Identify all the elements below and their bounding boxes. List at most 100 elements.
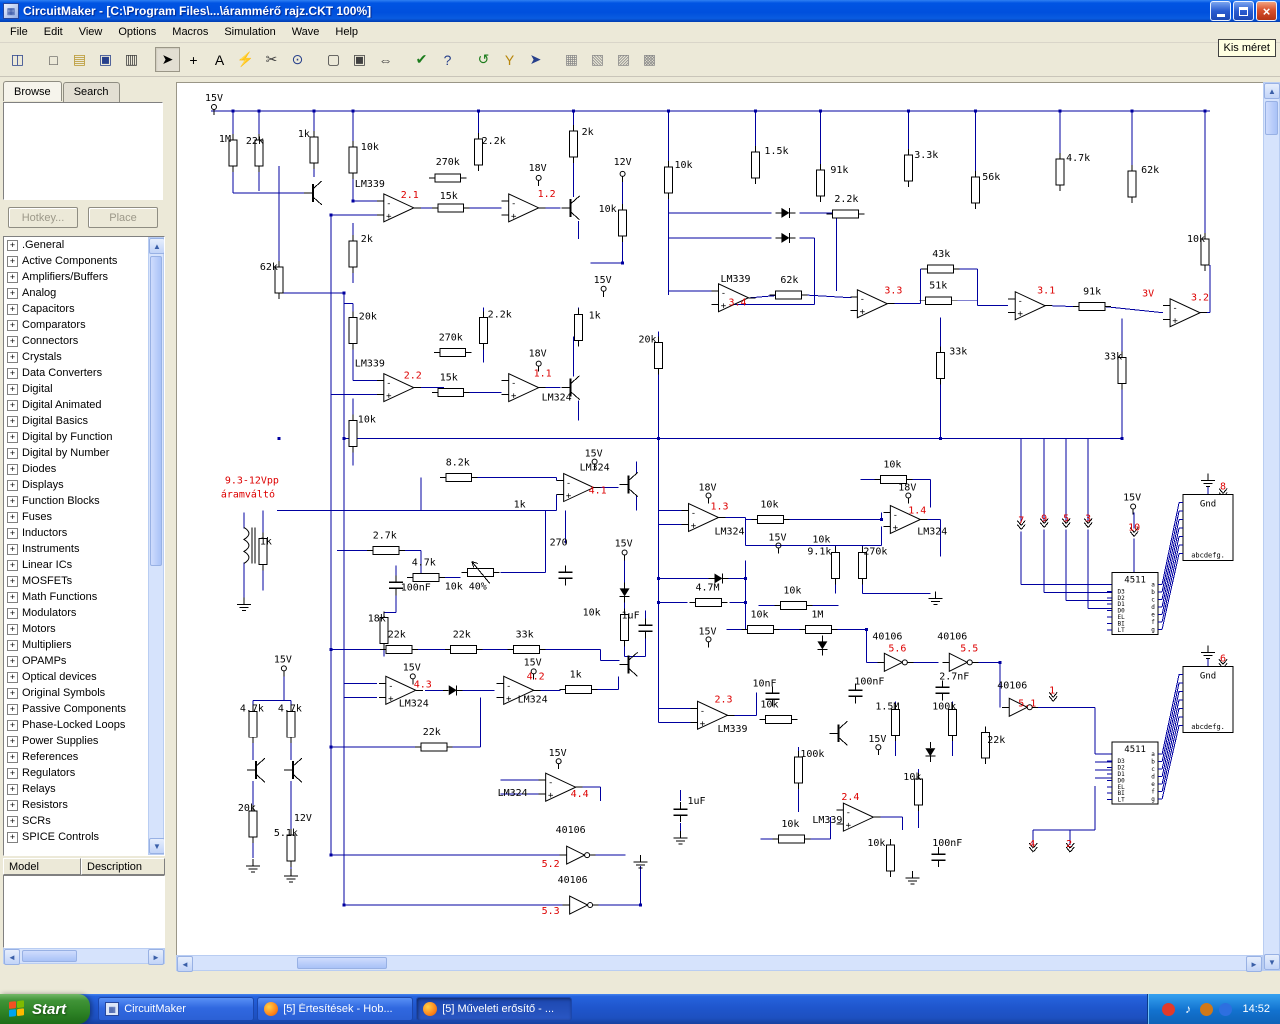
expand-icon[interactable]: + bbox=[7, 703, 18, 715]
expand-icon[interactable]: + bbox=[7, 415, 18, 427]
tree-item-displays[interactable]: + Displays bbox=[4, 477, 148, 493]
expand-icon[interactable]: + bbox=[7, 591, 18, 603]
tree-item-linear-ics[interactable]: + Linear ICs bbox=[4, 557, 148, 573]
tree-item-motors[interactable]: + Motors bbox=[4, 621, 148, 637]
expand-icon[interactable]: + bbox=[7, 639, 18, 651]
expand-icon[interactable]: + bbox=[7, 383, 18, 395]
tree-item-inductors[interactable]: + Inductors bbox=[4, 525, 148, 541]
run-icon[interactable]: ➤ bbox=[523, 47, 548, 72]
scroll-up-icon[interactable]: ▲ bbox=[149, 238, 164, 254]
scroll-track[interactable] bbox=[149, 254, 163, 838]
expand-icon[interactable]: + bbox=[7, 799, 18, 811]
taskbar-task-circuitmaker[interactable]: ▦ CircuitMaker bbox=[98, 997, 255, 1021]
expand-icon[interactable]: + bbox=[7, 335, 18, 347]
scroll-right-icon[interactable]: ► bbox=[1246, 956, 1262, 972]
tree-item-original-symbols[interactable]: + Original Symbols bbox=[4, 685, 148, 701]
close-button[interactable]: × bbox=[1256, 1, 1277, 21]
expand-icon[interactable]: + bbox=[7, 367, 18, 379]
add-part-icon[interactable]: + bbox=[181, 47, 206, 72]
tree-item-active-components[interactable]: + Active Components bbox=[4, 253, 148, 269]
scroll-down-icon[interactable]: ▼ bbox=[149, 838, 164, 854]
expand-icon[interactable]: + bbox=[7, 255, 18, 267]
menu-file[interactable]: File bbox=[2, 23, 36, 41]
expand-icon[interactable]: + bbox=[7, 463, 18, 475]
help-icon[interactable]: ? bbox=[435, 47, 460, 72]
place-button[interactable]: Place bbox=[88, 207, 158, 228]
expand-icon[interactable]: + bbox=[7, 303, 18, 315]
expand-icon[interactable]: + bbox=[7, 623, 18, 635]
scroll-up-icon[interactable]: ▲ bbox=[1264, 83, 1280, 99]
menu-macros[interactable]: Macros bbox=[164, 23, 216, 41]
expand-icon[interactable]: + bbox=[7, 767, 18, 779]
delete-tool-icon[interactable]: ✂ bbox=[259, 47, 284, 72]
expand-icon[interactable]: + bbox=[7, 399, 18, 411]
expand-icon[interactable]: + bbox=[7, 351, 18, 363]
tree-item-connectors[interactable]: + Connectors bbox=[4, 333, 148, 349]
expand-icon[interactable]: + bbox=[7, 735, 18, 747]
menu-view[interactable]: View bbox=[71, 23, 111, 41]
open-icon[interactable]: ▤ bbox=[67, 47, 92, 72]
canvas-vscrollbar[interactable]: ▲ ▼ bbox=[1263, 82, 1280, 971]
expand-icon[interactable]: + bbox=[7, 719, 18, 731]
canvas-hscrollbar[interactable]: ◄ ► bbox=[176, 955, 1263, 972]
tree-item-function-blocks[interactable]: + Function Blocks bbox=[4, 493, 148, 509]
undo-icon[interactable]: ↺ bbox=[471, 47, 496, 72]
expand-icon[interactable]: + bbox=[7, 239, 18, 251]
scroll-left-icon[interactable]: ◄ bbox=[4, 949, 20, 965]
tree-item-mosfets[interactable]: + MOSFETs bbox=[4, 573, 148, 589]
tree-item-scrs[interactable]: + SCRs bbox=[4, 813, 148, 829]
scroll-left-icon[interactable]: ◄ bbox=[177, 956, 193, 972]
circuitmaker-logo-icon[interactable]: ◫ bbox=[5, 47, 30, 72]
scroll-track[interactable] bbox=[20, 949, 148, 963]
tree-item-math-functions[interactable]: + Math Functions bbox=[4, 589, 148, 605]
hotkey-button[interactable]: Hotkey... bbox=[8, 207, 78, 228]
probe-icon[interactable]: Y bbox=[497, 47, 522, 72]
expand-icon[interactable]: + bbox=[7, 319, 18, 331]
tree-item-regulators[interactable]: + Regulators bbox=[4, 765, 148, 781]
new-icon[interactable]: □ bbox=[41, 47, 66, 72]
tree-item-digital-animated[interactable]: + Digital Animated bbox=[4, 397, 148, 413]
expand-icon[interactable]: + bbox=[7, 655, 18, 667]
taskbar-task--5-m-veleti-er-s-t-[interactable]: [5] Műveleti erősítő - ... bbox=[416, 997, 573, 1021]
digital-trace-icon[interactable]: ▩ bbox=[637, 47, 662, 72]
tree-item-modulators[interactable]: + Modulators bbox=[4, 605, 148, 621]
scroll-thumb[interactable] bbox=[22, 950, 77, 962]
tree-item-data-converters[interactable]: + Data Converters bbox=[4, 365, 148, 381]
tree-item-phase-locked-loops[interactable]: + Phase-Locked Loops bbox=[4, 717, 148, 733]
scroll-thumb[interactable] bbox=[1265, 101, 1278, 135]
alert-icon[interactable] bbox=[1200, 1002, 1214, 1016]
tab-search[interactable]: Search bbox=[62, 82, 120, 102]
tree-item-digital-basics[interactable]: + Digital Basics bbox=[4, 413, 148, 429]
expand-icon[interactable]: + bbox=[7, 607, 18, 619]
start-button[interactable]: Start bbox=[0, 994, 91, 1024]
expand-icon[interactable]: + bbox=[7, 687, 18, 699]
tree-item-crystals[interactable]: + Crystals bbox=[4, 349, 148, 365]
digital-step-icon[interactable]: ▦ bbox=[559, 47, 584, 72]
tree-item-analog[interactable]: + Analog bbox=[4, 285, 148, 301]
schematic-drawing[interactable]: -+-+-+-+-+-+-+-+-+-+-+-+-+-+-+-+4511D3D2… bbox=[177, 83, 1263, 955]
tree-item-fuses[interactable]: + Fuses bbox=[4, 509, 148, 525]
menu-wave[interactable]: Wave bbox=[284, 23, 328, 41]
print-icon[interactable]: ▥ bbox=[119, 47, 144, 72]
expand-icon[interactable]: + bbox=[7, 751, 18, 763]
tree-item-spice-controls[interactable]: + SPICE Controls bbox=[4, 829, 148, 845]
menu-simulation[interactable]: Simulation bbox=[216, 23, 283, 41]
expand-icon[interactable]: + bbox=[7, 831, 18, 843]
wire-tool-icon[interactable]: ⚡ bbox=[233, 47, 258, 72]
page-icon[interactable]: ▣ bbox=[347, 47, 372, 72]
tree-item-digital-by-function[interactable]: + Digital by Function bbox=[4, 429, 148, 445]
expand-icon[interactable]: + bbox=[7, 559, 18, 571]
digital-pause-icon[interactable]: ▨ bbox=[611, 47, 636, 72]
tree-item-opamps[interactable]: + OPAMPs bbox=[4, 653, 148, 669]
messenger-icon[interactable] bbox=[1219, 1002, 1233, 1016]
scroll-thumb[interactable] bbox=[297, 957, 387, 969]
tree-item-passive-components[interactable]: + Passive Components bbox=[4, 701, 148, 717]
tree-item-capacitors[interactable]: + Capacitors bbox=[4, 301, 148, 317]
erc-check-icon[interactable]: ✔ bbox=[409, 47, 434, 72]
zoom-page-icon[interactable]: ▢ bbox=[321, 47, 346, 72]
expand-icon[interactable]: + bbox=[7, 479, 18, 491]
tree-item--general[interactable]: + .General bbox=[4, 237, 148, 253]
taskbar-task--5-rtes-t-sek-hob-[interactable]: [5] Értesítések - Hob... bbox=[257, 997, 414, 1021]
update-icon[interactable] bbox=[1162, 1002, 1176, 1016]
save-icon[interactable]: ▣ bbox=[93, 47, 118, 72]
